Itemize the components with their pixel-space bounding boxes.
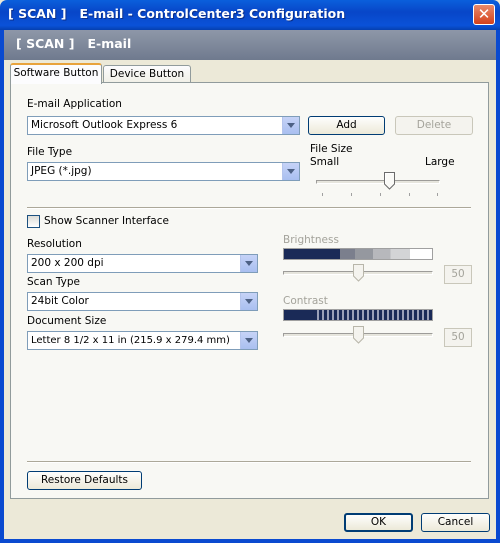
slider-tick bbox=[322, 193, 323, 196]
slider-thumb-icon bbox=[353, 264, 364, 282]
document-size-select[interactable]: Letter 8 1/2 x 11 in (215.9 x 279.4 mm) bbox=[27, 331, 258, 350]
delete-button[interactable]: Delete bbox=[395, 116, 473, 135]
file-size-label: File Size bbox=[310, 143, 353, 155]
scan-type-select[interactable]: 24bit Color bbox=[27, 292, 258, 311]
contrast-label: Contrast bbox=[283, 295, 328, 307]
file-size-slider-track[interactable] bbox=[316, 180, 440, 184]
chevron-down-icon[interactable] bbox=[240, 255, 257, 272]
file-type-value: JPEG (*.jpg) bbox=[31, 165, 92, 177]
brightness-label: Brightness bbox=[283, 234, 339, 246]
restore-defaults-button[interactable]: Restore Defaults bbox=[27, 471, 142, 490]
email-application-value: Microsoft Outlook Express 6 bbox=[31, 119, 178, 131]
slider-thumb-icon bbox=[353, 326, 364, 344]
add-button[interactable]: Add bbox=[308, 116, 385, 135]
slider-tick bbox=[380, 193, 381, 196]
header-banner: [ SCAN ] E-mail bbox=[4, 30, 496, 60]
scan-type-value: 24bit Color bbox=[31, 295, 89, 307]
contrast-slider-thumb[interactable] bbox=[353, 326, 364, 344]
chevron-down-icon[interactable] bbox=[282, 117, 299, 134]
file-size-small-label: Small bbox=[310, 156, 340, 168]
chevron-down-icon[interactable] bbox=[282, 163, 299, 180]
slider-tick bbox=[437, 193, 438, 196]
contrast-gradient-bar bbox=[283, 309, 433, 321]
email-application-select[interactable]: Microsoft Outlook Express 6 bbox=[27, 116, 300, 135]
window-frame-left bbox=[0, 30, 4, 543]
tab-panel bbox=[10, 82, 489, 499]
document-size-label: Document Size bbox=[27, 315, 107, 327]
tab-software-button[interactable]: Software Button bbox=[10, 63, 102, 84]
window-title: [ SCAN ] E-mail - ControlCenter3 Configu… bbox=[8, 6, 346, 21]
chevron-down-icon[interactable] bbox=[240, 293, 257, 310]
contrast-value-field[interactable]: 50 bbox=[444, 328, 472, 347]
file-size-slider-thumb[interactable] bbox=[383, 172, 395, 190]
header-title: [ SCAN ] E-mail bbox=[16, 36, 132, 51]
resolution-label: Resolution bbox=[27, 238, 82, 250]
email-application-label: E-mail Application bbox=[27, 98, 122, 110]
close-button[interactable]: ✕ bbox=[473, 4, 495, 25]
document-size-value: Letter 8 1/2 x 11 in (215.9 x 279.4 mm) bbox=[31, 335, 230, 346]
tab-device-button[interactable]: Device Button bbox=[103, 65, 191, 83]
separator bbox=[27, 207, 471, 209]
ok-button[interactable]: OK bbox=[344, 513, 413, 532]
file-type-label: File Type bbox=[27, 146, 73, 158]
brightness-slider-thumb[interactable] bbox=[353, 264, 364, 282]
chevron-down-icon[interactable] bbox=[240, 332, 257, 349]
resolution-select[interactable]: 200 x 200 dpi bbox=[27, 254, 258, 273]
slider-thumb-icon bbox=[383, 172, 395, 190]
file-size-large-label: Large bbox=[425, 156, 455, 168]
separator bbox=[27, 461, 471, 463]
slider-tick bbox=[351, 193, 352, 196]
window-frame-right bbox=[496, 30, 500, 543]
close-icon: ✕ bbox=[477, 5, 491, 23]
cancel-button[interactable]: Cancel bbox=[421, 513, 490, 532]
brightness-gradient-bar bbox=[283, 248, 433, 260]
show-scanner-interface-label[interactable]: Show Scanner Interface bbox=[44, 215, 169, 227]
window-frame-bottom bbox=[0, 539, 500, 543]
slider-tick bbox=[409, 193, 410, 196]
title-bar[interactable]: [ SCAN ] E-mail - ControlCenter3 Configu… bbox=[0, 0, 500, 30]
show-scanner-interface-checkbox[interactable] bbox=[27, 215, 40, 228]
resolution-value: 200 x 200 dpi bbox=[31, 257, 104, 269]
file-type-select[interactable]: JPEG (*.jpg) bbox=[27, 162, 300, 181]
scan-type-label: Scan Type bbox=[27, 276, 80, 288]
brightness-value-field[interactable]: 50 bbox=[444, 265, 472, 284]
